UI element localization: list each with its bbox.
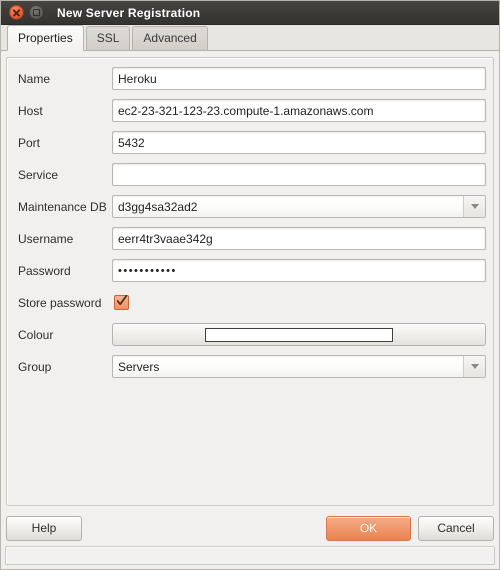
field-store-password	[112, 295, 486, 310]
field-service	[112, 163, 486, 186]
window-title: New Server Registration	[57, 5, 201, 20]
row-colour: Colour	[14, 321, 486, 348]
label-maintenance-db: Maintenance DB	[18, 199, 107, 214]
colour-picker-button[interactable]	[112, 323, 486, 346]
row-username: Username	[14, 225, 486, 252]
close-icon[interactable]	[9, 5, 24, 20]
help-button[interactable]: Help	[6, 515, 82, 541]
field-username	[112, 227, 486, 250]
field-maintenance-db: d3gg4sa32ad2	[112, 195, 486, 218]
group-value: Servers	[118, 359, 160, 374]
dialog-button-bar: Help OK Cancel	[1, 510, 499, 546]
row-service: Service	[14, 161, 486, 188]
row-maintenance-db: Maintenance DB d3gg4sa32ad2	[14, 193, 486, 220]
service-input[interactable]	[112, 163, 486, 186]
chevron-down-glyph	[470, 364, 479, 369]
ok-button[interactable]: OK	[326, 515, 411, 541]
row-port: Port	[14, 129, 486, 156]
maintenance-db-combobox[interactable]: d3gg4sa32ad2	[112, 195, 486, 218]
field-password	[112, 259, 486, 282]
tab-advanced[interactable]: Advanced	[132, 26, 208, 50]
maximize-icon[interactable]	[29, 5, 44, 20]
row-password: Password	[14, 257, 486, 284]
row-host: Host	[14, 97, 486, 124]
new-server-registration-dialog: New Server Registration Properties SSL A…	[0, 0, 500, 570]
host-input[interactable]	[112, 99, 486, 122]
store-password-checkbox[interactable]	[114, 295, 129, 310]
username-input[interactable]	[112, 227, 486, 250]
titlebar: New Server Registration	[1, 1, 499, 25]
label-name: Name	[18, 71, 51, 86]
label-service: Service	[18, 167, 59, 182]
label-store-password: Store password	[18, 295, 102, 310]
chevron-down-icon[interactable]	[463, 356, 485, 377]
name-input[interactable]	[112, 67, 486, 90]
field-colour	[112, 323, 486, 346]
label-password: Password	[18, 263, 71, 278]
tab-ssl[interactable]: SSL	[85, 26, 131, 50]
port-input[interactable]	[112, 131, 486, 154]
chevron-down-glyph	[470, 204, 479, 209]
status-bar	[5, 546, 495, 565]
field-port	[112, 131, 486, 154]
tab-properties[interactable]: Properties	[7, 25, 84, 51]
label-group: Group	[18, 359, 52, 374]
password-input[interactable]	[112, 259, 486, 282]
properties-panel: Name Host Port Service	[6, 57, 494, 506]
colour-swatch	[205, 327, 393, 342]
field-group: Servers	[112, 355, 486, 378]
label-username: Username	[18, 231, 74, 246]
chevron-down-icon[interactable]	[463, 196, 485, 217]
row-store-password: Store password	[14, 289, 486, 316]
group-combobox[interactable]: Servers	[112, 355, 486, 378]
tab-strip: Properties SSL Advanced	[1, 25, 499, 51]
field-host	[112, 99, 486, 122]
cancel-button[interactable]: Cancel	[418, 515, 494, 541]
row-group: Group Servers	[14, 353, 486, 380]
checkmark-icon	[117, 295, 127, 307]
dialog-body: Name Host Port Service	[1, 51, 499, 510]
label-host: Host	[18, 103, 43, 118]
row-name: Name	[14, 65, 486, 92]
label-port: Port	[18, 135, 41, 150]
label-colour: Colour	[18, 327, 54, 342]
field-name	[112, 67, 486, 90]
maintenance-db-value: d3gg4sa32ad2	[118, 199, 198, 214]
